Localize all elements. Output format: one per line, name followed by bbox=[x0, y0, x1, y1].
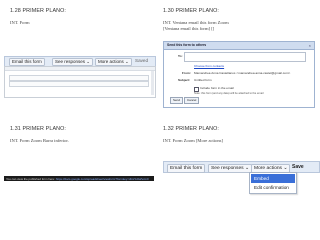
from-label: From: bbox=[182, 71, 191, 75]
scene-note-1-31: INT. Form Zoom Barra inferior. bbox=[10, 138, 69, 143]
scrollbar[interactable] bbox=[151, 71, 154, 95]
bottom-bar-text: You can view the published form here: bbox=[6, 176, 55, 181]
send-button[interactable]: Send bbox=[170, 97, 184, 104]
choose-from-contacts-link[interactable]: Choose from contacts bbox=[194, 64, 224, 68]
scene-heading-1-31: 1.31 PRIMER PLANO: bbox=[10, 126, 67, 132]
editor-header-strip bbox=[5, 67, 155, 71]
scene-note-1-30-line2: [Ventana email this form] [] bbox=[163, 26, 215, 31]
email-this-form-button[interactable]: Email this form bbox=[167, 163, 206, 173]
cancel-button[interactable]: Cancel bbox=[184, 97, 200, 104]
email-this-form-button[interactable]: Email this form bbox=[9, 58, 45, 66]
bottom-bar: You can view the published form here: ht… bbox=[4, 176, 154, 181]
menu-item-edit-confirmation[interactable]: Edit confirmation bbox=[251, 183, 295, 192]
scene-note-1-28: INT. Form bbox=[10, 20, 30, 25]
scene-heading-1-30: 1.30 PRIMER PLANO: bbox=[163, 8, 220, 14]
from-value: Mamandrea Anna Castellanos <mamandrea.an… bbox=[194, 71, 291, 75]
subject-label: Subject: bbox=[178, 78, 191, 82]
send-form-dialog: Send this form to others × To: Choose fr… bbox=[163, 41, 315, 108]
close-icon[interactable]: × bbox=[309, 42, 311, 49]
published-form-link[interactable]: https://docs.google.com/spreadsheet/view… bbox=[56, 177, 149, 181]
form-editor-area bbox=[4, 66, 156, 98]
scene-heading-1-28: 1.28 PRIMER PLANO: bbox=[10, 8, 67, 14]
slide-page: { "q1": { "header": "1.28 PRIMER PLANO:"… bbox=[0, 0, 320, 240]
more-actions-menu: Embed Edit confirmation bbox=[249, 172, 297, 194]
form-field-row[interactable] bbox=[9, 81, 149, 87]
saved-status: Saved bbox=[135, 58, 149, 63]
see-responses-button[interactable]: See responses ⌄ bbox=[208, 163, 253, 173]
to-field[interactable] bbox=[184, 52, 306, 62]
save-button[interactable]: Save bbox=[292, 164, 304, 171]
include-form-label: Include form in the email bbox=[200, 86, 234, 90]
subject-value[interactable]: Untitled form bbox=[194, 78, 212, 82]
more-actions-button[interactable]: More actions ⌄ bbox=[95, 58, 132, 66]
scene-note-1-30-line1: INT. Ventana email this form Zoom bbox=[163, 20, 229, 25]
menu-item-embed[interactable]: Embed bbox=[251, 174, 295, 183]
to-label: To: bbox=[178, 54, 183, 58]
scene-note-1-32: INT. Form Zoom [More actions] bbox=[163, 138, 224, 143]
dialog-hint: Note: this form (and any data) will be a… bbox=[194, 92, 264, 95]
see-responses-button[interactable]: See responses ⌄ bbox=[52, 58, 94, 66]
scene-heading-1-32: 1.32 PRIMER PLANO: bbox=[163, 126, 220, 132]
dialog-title: Send this form to others bbox=[164, 42, 314, 50]
